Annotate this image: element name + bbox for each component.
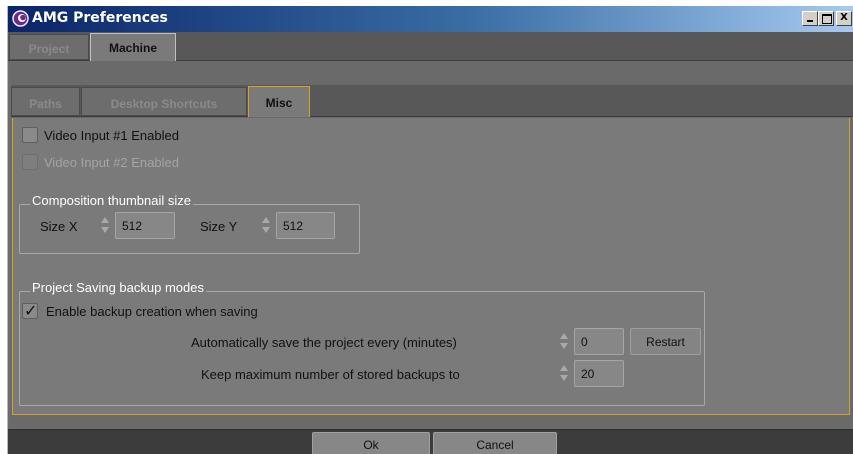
misc-panel: Video Input #1 Enabled Video Input #2 En… — [12, 118, 850, 415]
size-y-input[interactable]: 512 — [276, 212, 335, 239]
restart-button[interactable]: Restart — [630, 328, 701, 355]
machine-panel: Paths Desktop Shortcuts Misc Video Input… — [11, 62, 853, 427]
preferences-window: AMG Preferences X Project Machine Paths … — [7, 6, 853, 454]
size-x-input[interactable]: 512 — [115, 212, 175, 239]
tab-machine[interactable]: Machine — [90, 33, 176, 61]
enable-backup-label: Enable backup creation when saving — [46, 304, 258, 319]
maximize-button[interactable] — [818, 11, 834, 26]
backup-modes-title: Project Saving backup modes — [30, 280, 206, 295]
outer-tab-bar: Project Machine — [8, 32, 853, 61]
autosave-spinner-icon[interactable] — [559, 332, 569, 350]
thumbnail-size-title: Composition thumbnail size — [30, 193, 193, 208]
autosave-label: Automatically save the project every (mi… — [191, 335, 457, 350]
dialog-button-bar: Ok Cancel — [8, 429, 853, 454]
video-input-2-checkbox[interactable] — [22, 154, 38, 170]
ok-button[interactable]: Ok — [312, 432, 430, 454]
enable-backup-checkbox[interactable] — [22, 301, 38, 320]
max-backups-input[interactable]: 20 — [574, 360, 624, 387]
app-logo-icon — [12, 10, 29, 27]
minimize-button[interactable] — [802, 11, 818, 26]
tab-misc[interactable]: Misc — [248, 86, 310, 117]
video-input-1-checkbox[interactable] — [22, 127, 38, 143]
tab-project[interactable]: Project — [9, 34, 89, 60]
size-x-spinner-icon[interactable] — [100, 216, 110, 234]
cancel-button[interactable]: Cancel — [433, 432, 557, 454]
size-x-label: Size X — [40, 219, 78, 234]
title-bar[interactable]: AMG Preferences X — [8, 6, 853, 32]
video-input-2-label: Video Input #2 Enabled — [44, 155, 179, 170]
tab-desktop-shortcuts[interactable]: Desktop Shortcuts — [81, 87, 247, 116]
autosave-minutes-input[interactable]: 0 — [574, 328, 624, 355]
window-title: AMG Preferences — [32, 10, 168, 26]
max-backups-spinner-icon[interactable] — [559, 364, 569, 382]
close-button[interactable]: X — [836, 11, 852, 26]
video-input-1-label: Video Input #1 Enabled — [44, 128, 179, 143]
max-backups-label: Keep maximum number of stored backups to — [201, 367, 460, 382]
size-y-spinner-icon[interactable] — [261, 216, 271, 234]
tab-paths[interactable]: Paths — [11, 87, 80, 116]
size-y-label: Size Y — [200, 219, 238, 234]
inner-tab-bar: Paths Desktop Shortcuts Misc — [11, 85, 853, 117]
